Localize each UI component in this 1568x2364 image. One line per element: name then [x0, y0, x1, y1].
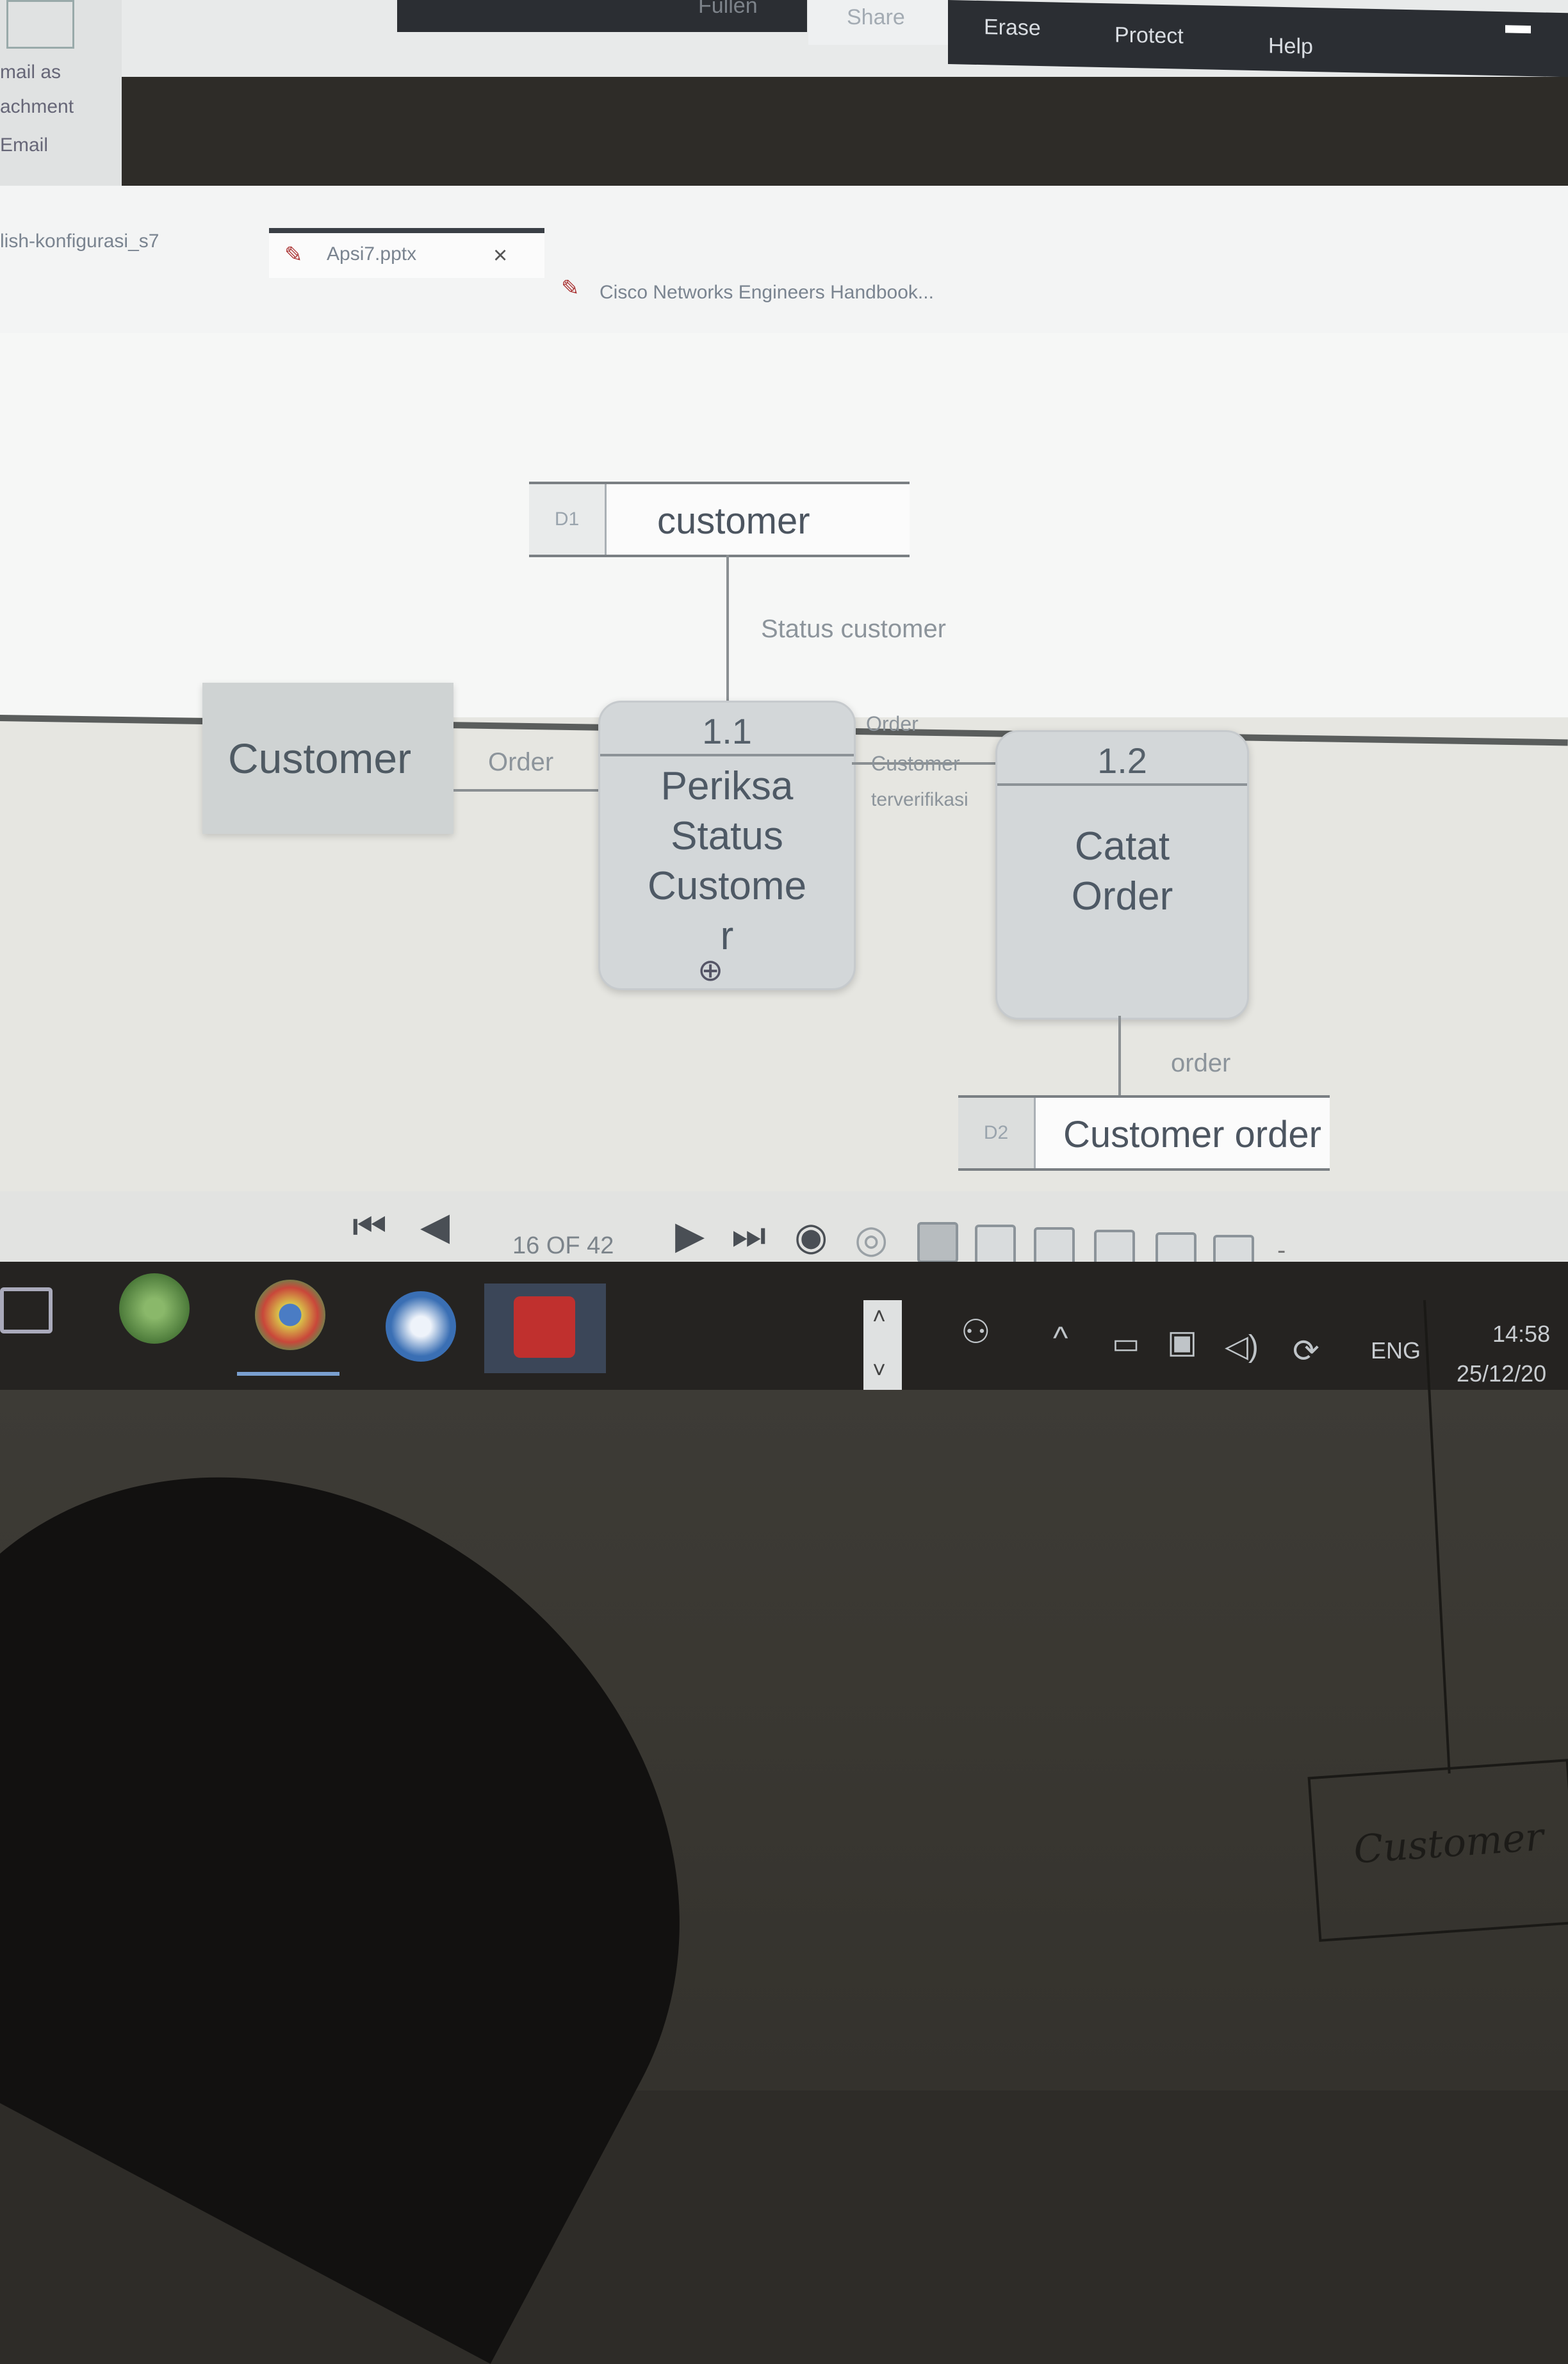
data-store-customer[interactable]: D1 customer	[529, 482, 910, 557]
close-icon[interactable]: ×	[493, 242, 507, 270]
flow-label-order: Order	[866, 712, 919, 735]
flow-label-order-in: Order	[488, 748, 554, 776]
data-store-name: Customer order	[1063, 1114, 1321, 1155]
battery-icon[interactable]: ▭	[1112, 1326, 1139, 1360]
ribbon-tab-strip-right: Erase Protect Help ▬	[948, 0, 1568, 77]
task-view-icon[interactable]	[0, 1287, 53, 1333]
chevron-up-icon[interactable]: ˄	[872, 1303, 886, 1330]
next-slide-icon[interactable]: ▶	[675, 1213, 705, 1258]
people-icon[interactable]: ⚇	[961, 1313, 991, 1351]
ribbon-email-group: mail as achment Email	[0, 0, 122, 186]
slide-navigation-bar: ⏮ ◀ 16 OF 42 ▶ ⏭ ◉ ◎ -	[0, 1191, 1568, 1276]
process-name: Catat Order	[1004, 822, 1241, 922]
data-store-customer-order[interactable]: D2 Customer order	[958, 1095, 1330, 1171]
single-view-icon[interactable]	[917, 1222, 958, 1263]
flow-line-status	[726, 555, 729, 702]
pdf-reader-icon	[514, 1296, 575, 1358]
flow-label-order-out: order	[1171, 1049, 1231, 1077]
previous-slide-icon[interactable]: ◀	[420, 1204, 450, 1249]
clock-date[interactable]: 25/12/20	[1457, 1360, 1546, 1387]
external-entity-customer[interactable]: Customer	[202, 683, 453, 834]
sketch-label: Customer	[1352, 1814, 1546, 1873]
last-slide-icon[interactable]: ⏭	[731, 1213, 766, 1258]
pdf-reader-taskbar-button[interactable]	[484, 1284, 606, 1373]
process-catat-order[interactable]: 1.2 Catat Order	[995, 730, 1249, 1020]
taskbar: ˄ ˅ ⚇ ^ ▭ ▣ ◁) ⟳ ENG 14:58 25/12/20	[0, 1262, 1568, 1396]
doc-tab-konfigurasi[interactable]: lish-konfigurasi_s7	[0, 231, 159, 252]
minimize-icon[interactable]: ▬	[1505, 10, 1531, 40]
sync-icon[interactable]: ⟳	[1293, 1332, 1319, 1369]
tab-fullen[interactable]: Fullen	[698, 0, 758, 19]
flow-label-terverifikasi: terverifikasi	[871, 789, 968, 810]
first-slide-icon[interactable]: ⏮	[352, 1204, 387, 1249]
process-id: 1.1	[600, 709, 854, 756]
process-name-line: Order	[1071, 874, 1173, 918]
document-tab-bar	[0, 186, 1568, 333]
process-name-line: Status	[671, 814, 783, 858]
process-id: 1.2	[997, 738, 1247, 786]
chevron-down-icon[interactable]: ˅	[872, 1357, 886, 1383]
process-name-line: r	[720, 914, 734, 958]
slide-counter: 16 OF 42	[512, 1232, 614, 1259]
process-name-line: Catat	[1074, 824, 1170, 868]
zoom-in-icon[interactable]: ⊕	[698, 952, 723, 988]
tab-help[interactable]: Help	[1268, 33, 1313, 59]
ribbon-left-label-1: mail as	[0, 61, 61, 83]
doc-tab-cisco-label: Cisco Networks Engineers Handbook...	[600, 282, 934, 303]
ribbon-left-label-2: achment	[0, 96, 74, 117]
process-name: Periksa Status Custome r	[607, 762, 847, 961]
chevron-up-icon[interactable]: ^	[1053, 1319, 1068, 1357]
process-name-line: Periksa	[660, 764, 794, 808]
volume-icon[interactable]: ◁)	[1225, 1328, 1259, 1364]
data-store-name: customer	[657, 500, 810, 542]
tab-share[interactable]: Share	[808, 0, 948, 45]
doc-tab-apsi7[interactable]: ✎ Apsi7.pptx ×	[269, 228, 544, 278]
vpn-client-icon[interactable]	[386, 1291, 456, 1362]
process-name-line: Custome	[647, 864, 807, 908]
clock-time[interactable]: 14:58	[1492, 1321, 1550, 1348]
doc-tab-apsi7-label: Apsi7.pptx	[327, 243, 417, 265]
network-icon[interactable]: ▣	[1167, 1323, 1197, 1360]
data-store-id: D1	[529, 484, 607, 555]
flow-label-customer: Customer	[871, 752, 960, 775]
play-icon[interactable]: ◎	[854, 1217, 888, 1262]
chrome-active-indicator	[237, 1372, 339, 1376]
flow-label-status-customer: Status customer	[761, 615, 947, 643]
email-attachment-icon[interactable]	[6, 0, 74, 49]
tab-share-label: Share	[847, 5, 905, 29]
hand-drawn-entity-sketch: Customer	[1307, 1759, 1568, 1942]
ribbon-tab-strip: Fullen	[397, 0, 807, 32]
scroll-arrows[interactable]: ˄ ˅	[863, 1300, 902, 1396]
tab-protect[interactable]: Protect	[1115, 22, 1184, 49]
process-periksa-status-customer[interactable]: 1.1 Periksa Status Custome r ⊕	[598, 701, 856, 990]
flow-line-order-out	[1118, 1016, 1121, 1099]
flow-line-order-in	[453, 789, 601, 792]
tab-erase[interactable]: Erase	[984, 15, 1041, 41]
chrome-icon[interactable]	[255, 1280, 325, 1350]
data-store-id: D2	[958, 1098, 1036, 1168]
ribbon-left-label-3: Email	[0, 135, 49, 156]
split-horizontal-icon[interactable]	[975, 1225, 1016, 1266]
pen-icon: ✎	[561, 276, 580, 300]
zoom-out-icon[interactable]: -	[1277, 1236, 1286, 1265]
pen-icon: ✎	[284, 243, 303, 267]
network-app-icon[interactable]	[119, 1273, 190, 1344]
entity-label: Customer	[228, 735, 412, 782]
language-indicator[interactable]: ENG	[1371, 1337, 1421, 1364]
rewind-icon[interactable]: ◉	[794, 1214, 828, 1259]
